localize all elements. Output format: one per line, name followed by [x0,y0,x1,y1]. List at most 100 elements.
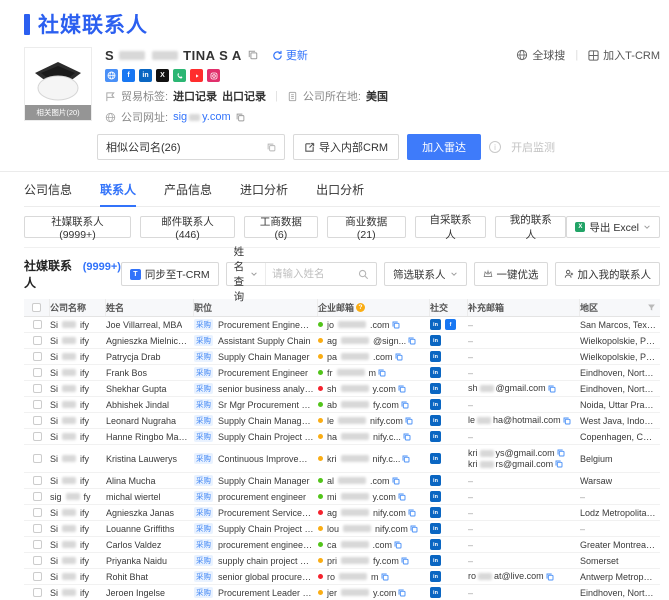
row-checkbox[interactable] [32,556,42,565]
row-checkbox[interactable] [32,416,42,425]
linkedin-icon[interactable]: in [430,491,441,502]
contact-source-chip-0[interactable]: 社媒联系人(9999+) [24,216,131,241]
linkedin-icon[interactable]: in [430,383,441,394]
contact-source-chip-3[interactable]: 商业数据(21) [326,216,406,241]
tab-item-4[interactable]: 出口分析 [316,181,364,206]
row-checkbox[interactable] [32,588,42,597]
contact-source-chip-5[interactable]: 我的联系人 [495,214,567,241]
select-all-checkbox[interactable] [32,303,41,312]
linkedin-icon[interactable]: in [430,587,441,598]
contact-source-chip-2[interactable]: 工商数据(6) [244,216,318,241]
linkedin-icon[interactable]: in [139,69,152,82]
copy-email-icon[interactable] [408,337,416,345]
linkedin-icon[interactable]: in [430,539,441,550]
linkedin-icon[interactable]: in [430,453,441,464]
linkedin-icon[interactable]: in [430,351,441,362]
linkedin-icon[interactable]: in [430,523,441,534]
x-twitter-icon[interactable]: X [156,69,169,82]
row-checkbox[interactable] [32,524,42,533]
linkedin-icon[interactable]: in [430,335,441,346]
one-click-select-button[interactable]: 一键优选 [473,262,548,286]
row-checkbox[interactable] [32,320,42,329]
similar-companies-box[interactable]: 相似公司名(26) [97,134,285,160]
export-excel-button[interactable]: X 导出 Excel [566,216,660,238]
export-records-link[interactable]: 出口记录 [222,88,266,104]
company-image[interactable]: 相关图片(20) [24,47,92,121]
copy-email-icon[interactable] [395,353,403,361]
search-icon[interactable] [358,269,376,280]
region-filter-icon[interactable] [647,303,656,312]
copy-email-icon[interactable] [398,589,406,597]
row-checkbox[interactable] [32,454,42,463]
row-checkbox[interactable] [32,352,42,361]
related-images-caption[interactable]: 相关图片(20) [25,105,91,120]
website-icon[interactable] [105,69,118,82]
tab-item-0[interactable]: 公司信息 [24,181,72,206]
filter-contacts-dropdown[interactable]: 筛选联系人 [384,262,467,286]
linkedin-icon[interactable]: in [430,555,441,566]
copy-email-icon[interactable] [392,321,400,329]
copy-email-icon[interactable] [401,557,409,565]
linkedin-icon[interactable]: in [430,571,441,582]
name-search-input[interactable] [266,268,358,280]
copy-email-icon[interactable] [381,573,389,581]
copy-email-icon[interactable] [563,417,571,425]
copy-email-icon[interactable] [546,573,554,581]
linkedin-icon[interactable]: in [430,507,441,518]
tab-item-2[interactable]: 产品信息 [164,181,212,206]
linkedin-icon[interactable]: in [430,367,441,378]
row-checkbox[interactable] [32,384,42,393]
linkedin-icon[interactable]: in [430,431,441,442]
copy-email-icon[interactable] [548,385,556,393]
copy-email-icon[interactable] [398,385,406,393]
youtube-icon[interactable] [190,69,203,82]
copy-email-icon[interactable] [557,449,565,457]
row-checkbox[interactable] [32,508,42,517]
row-checkbox[interactable] [32,400,42,409]
row-checkbox[interactable] [32,492,42,501]
copy-email-icon[interactable] [408,509,416,517]
name-query-dropdown[interactable]: 姓名查询 [227,246,266,303]
facebook-icon[interactable]: f [122,69,135,82]
email-help-icon[interactable]: ? [356,303,366,312]
join-radar-button[interactable]: 加入雷达 [407,134,482,160]
copy-website-icon[interactable] [236,113,245,122]
row-checkbox[interactable] [32,432,42,441]
copy-email-icon[interactable] [378,369,386,377]
info-icon[interactable]: i [489,141,502,153]
row-checkbox[interactable] [32,540,42,549]
copy-email-icon[interactable] [405,417,413,425]
copy-email-icon[interactable] [398,493,406,501]
copy-email-icon[interactable] [403,433,411,441]
linkedin-icon[interactable]: in [430,399,441,410]
copy-email-icon[interactable] [394,541,402,549]
copy-email-icon[interactable] [402,455,410,463]
update-button[interactable]: 更新 [272,47,308,63]
import-internal-crm-button[interactable]: 导入内部CRM [293,134,400,160]
global-search-button[interactable]: 全球搜 [516,47,565,63]
start-monitor-button[interactable]: 开启监测 [511,139,555,155]
row-checkbox[interactable] [32,336,42,345]
facebook-icon[interactable]: f [445,319,456,330]
join-tcrm-button[interactable]: 加入T-CRM [588,47,660,63]
linkedin-icon[interactable]: in [430,475,441,486]
copy-company-name-icon[interactable] [248,50,258,60]
linkedin-icon[interactable]: in [430,319,441,330]
copy-email-icon[interactable] [410,525,418,533]
sync-tcrm-button[interactable]: T 同步至T-CRM [120,262,219,286]
copy-email-icon[interactable] [401,401,409,409]
row-checkbox[interactable] [32,476,42,485]
contact-source-chip-1[interactable]: 邮件联系人(446) [139,216,236,241]
tab-contacts[interactable]: 联系人 [100,181,137,207]
phone-icon[interactable] [173,69,186,82]
copy-email-icon[interactable] [555,460,563,468]
contact-source-chip-4[interactable]: 自采联系人 [414,214,487,241]
tab-item-3[interactable]: 进口分析 [240,181,288,206]
website-link[interactable]: sig y.com [173,111,231,123]
copy-email-icon[interactable] [392,477,400,485]
add-to-my-contacts-button[interactable]: 加入我的联系人 [554,262,660,286]
row-checkbox[interactable] [32,368,42,377]
import-records-link[interactable]: 进口记录 [173,88,217,104]
row-checkbox[interactable] [32,572,42,581]
linkedin-icon[interactable]: in [430,415,441,426]
